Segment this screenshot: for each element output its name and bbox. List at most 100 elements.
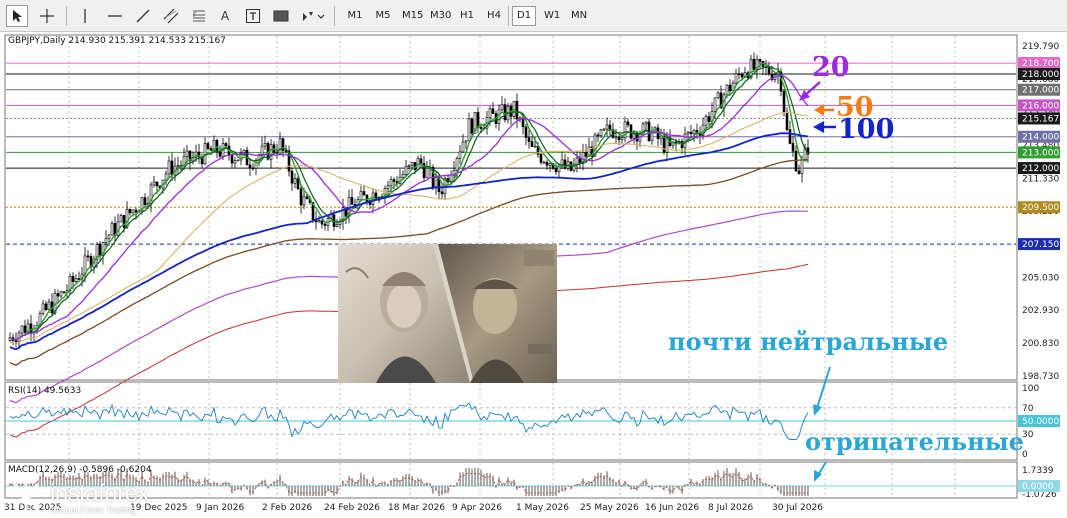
candle-body bbox=[404, 166, 408, 175]
candle-body bbox=[539, 153, 543, 163]
candle-body bbox=[389, 179, 393, 187]
banknote-image bbox=[338, 244, 557, 383]
candle-body bbox=[782, 90, 786, 113]
candle-body bbox=[350, 197, 354, 205]
price-tag-label: 217.000 bbox=[1022, 86, 1059, 96]
candle-body bbox=[29, 323, 33, 333]
candle-body bbox=[371, 192, 375, 205]
candle-body bbox=[542, 161, 546, 164]
candle-body bbox=[692, 130, 696, 135]
candle-body bbox=[335, 224, 339, 227]
candle-body bbox=[704, 116, 708, 126]
price-tag-label: 212.000 bbox=[1022, 164, 1059, 174]
candle-body bbox=[386, 185, 390, 189]
candle-body bbox=[47, 301, 51, 310]
candle-body bbox=[305, 196, 309, 200]
candle-body bbox=[317, 220, 321, 223]
date-axis-label: 18 Mar 2026 bbox=[388, 503, 445, 513]
candle-body bbox=[737, 73, 741, 75]
candle-body bbox=[41, 303, 45, 314]
watermark-subtitle: Instant Forex Trading bbox=[51, 505, 137, 515]
candle-body bbox=[104, 238, 108, 243]
candle-body bbox=[686, 131, 690, 135]
candle-body bbox=[599, 129, 603, 137]
date-axis-label: 1 May 2026 bbox=[516, 503, 569, 513]
macd-axis-label: 1.7339 bbox=[1022, 466, 1054, 476]
candle-body bbox=[785, 111, 789, 130]
candle-body bbox=[233, 160, 237, 164]
candle-body bbox=[401, 174, 405, 178]
candle-body bbox=[278, 138, 282, 154]
candle-body bbox=[734, 73, 738, 84]
candle-body bbox=[503, 104, 507, 121]
price-axis-label: 198.730 bbox=[1022, 372, 1059, 382]
candle-body bbox=[470, 118, 474, 134]
watermark-brand: instaforex bbox=[50, 480, 150, 507]
date-axis-label: 9 Jan 2026 bbox=[196, 503, 244, 513]
price-axis-label: 205.030 bbox=[1022, 273, 1059, 283]
price-axis: 219.790217.680215.580213.480211.330209.2… bbox=[1018, 42, 1060, 382]
candle-body bbox=[209, 148, 213, 151]
candle-body bbox=[545, 161, 549, 166]
price-tag-label: 216.000 bbox=[1022, 101, 1059, 111]
candle-body bbox=[707, 116, 711, 122]
candle-body bbox=[299, 188, 303, 206]
candle-body bbox=[419, 158, 423, 164]
candle-body bbox=[71, 276, 75, 282]
price-tag-label: 213.000 bbox=[1022, 148, 1059, 158]
candle-body bbox=[800, 159, 804, 174]
ma20-annotation: 20 bbox=[812, 52, 850, 83]
candle-body bbox=[488, 108, 492, 118]
candle-body bbox=[605, 124, 609, 130]
candle-body bbox=[119, 215, 123, 223]
rsi-info: RSI(14) 49.5633 bbox=[8, 386, 82, 396]
price-axis-label: 211.330 bbox=[1022, 175, 1059, 185]
candle-body bbox=[467, 118, 471, 141]
date-axis-label: 9 Apr 2026 bbox=[452, 503, 502, 513]
candle-body bbox=[788, 129, 792, 144]
price-tag-label: 215.167 bbox=[1022, 114, 1059, 124]
candle-body bbox=[392, 179, 396, 182]
candle-body bbox=[143, 197, 147, 206]
candle-body bbox=[167, 160, 171, 175]
candle-body bbox=[185, 150, 189, 157]
candle-body bbox=[512, 100, 516, 117]
price-axis-label: 202.930 bbox=[1022, 306, 1059, 316]
candle-body bbox=[530, 141, 534, 147]
candle-body bbox=[86, 255, 90, 258]
candle-body bbox=[440, 191, 444, 195]
candle-body bbox=[524, 126, 528, 138]
date-axis-label: 25 May 2026 bbox=[580, 503, 639, 513]
candle-body bbox=[263, 143, 267, 147]
candle-body bbox=[659, 135, 663, 140]
trading-terminal: F A M1 M5 M15 M30 H1 H4 D1 W1 MN 100 70 … bbox=[0, 0, 1067, 518]
candle-body bbox=[479, 126, 483, 129]
candle-body bbox=[515, 100, 519, 120]
rsi-axis-label: 100 bbox=[1022, 384, 1039, 394]
rsi-axis-label: 70 bbox=[1022, 404, 1034, 414]
candle-body bbox=[608, 124, 612, 130]
ma100-annotation: 100 bbox=[838, 114, 895, 145]
candle-body bbox=[251, 167, 255, 170]
negative-annotation: отрицательные bbox=[805, 427, 1024, 456]
candle-body bbox=[14, 340, 18, 343]
date-axis-label: 8 Jul 2026 bbox=[708, 503, 753, 513]
date-axis-label: 24 Feb 2026 bbox=[324, 503, 380, 513]
candle-body bbox=[164, 173, 168, 181]
candle-body bbox=[758, 59, 762, 62]
macd-tag-label: 0.0000 bbox=[1022, 482, 1054, 492]
price-tag-label: 214.000 bbox=[1022, 133, 1059, 143]
candle-body bbox=[236, 159, 240, 162]
candle-body bbox=[620, 137, 624, 141]
candle-body bbox=[296, 178, 300, 190]
candle-body bbox=[56, 293, 60, 297]
candle-body bbox=[170, 160, 174, 176]
candle-body bbox=[500, 104, 504, 111]
candle-body bbox=[269, 144, 273, 160]
candle-body bbox=[713, 97, 717, 112]
candle-body bbox=[20, 325, 24, 334]
candle-body bbox=[98, 244, 102, 256]
candle-body bbox=[242, 149, 246, 153]
candle-body bbox=[62, 291, 66, 294]
price-tag-label: 207.150 bbox=[1022, 240, 1059, 250]
